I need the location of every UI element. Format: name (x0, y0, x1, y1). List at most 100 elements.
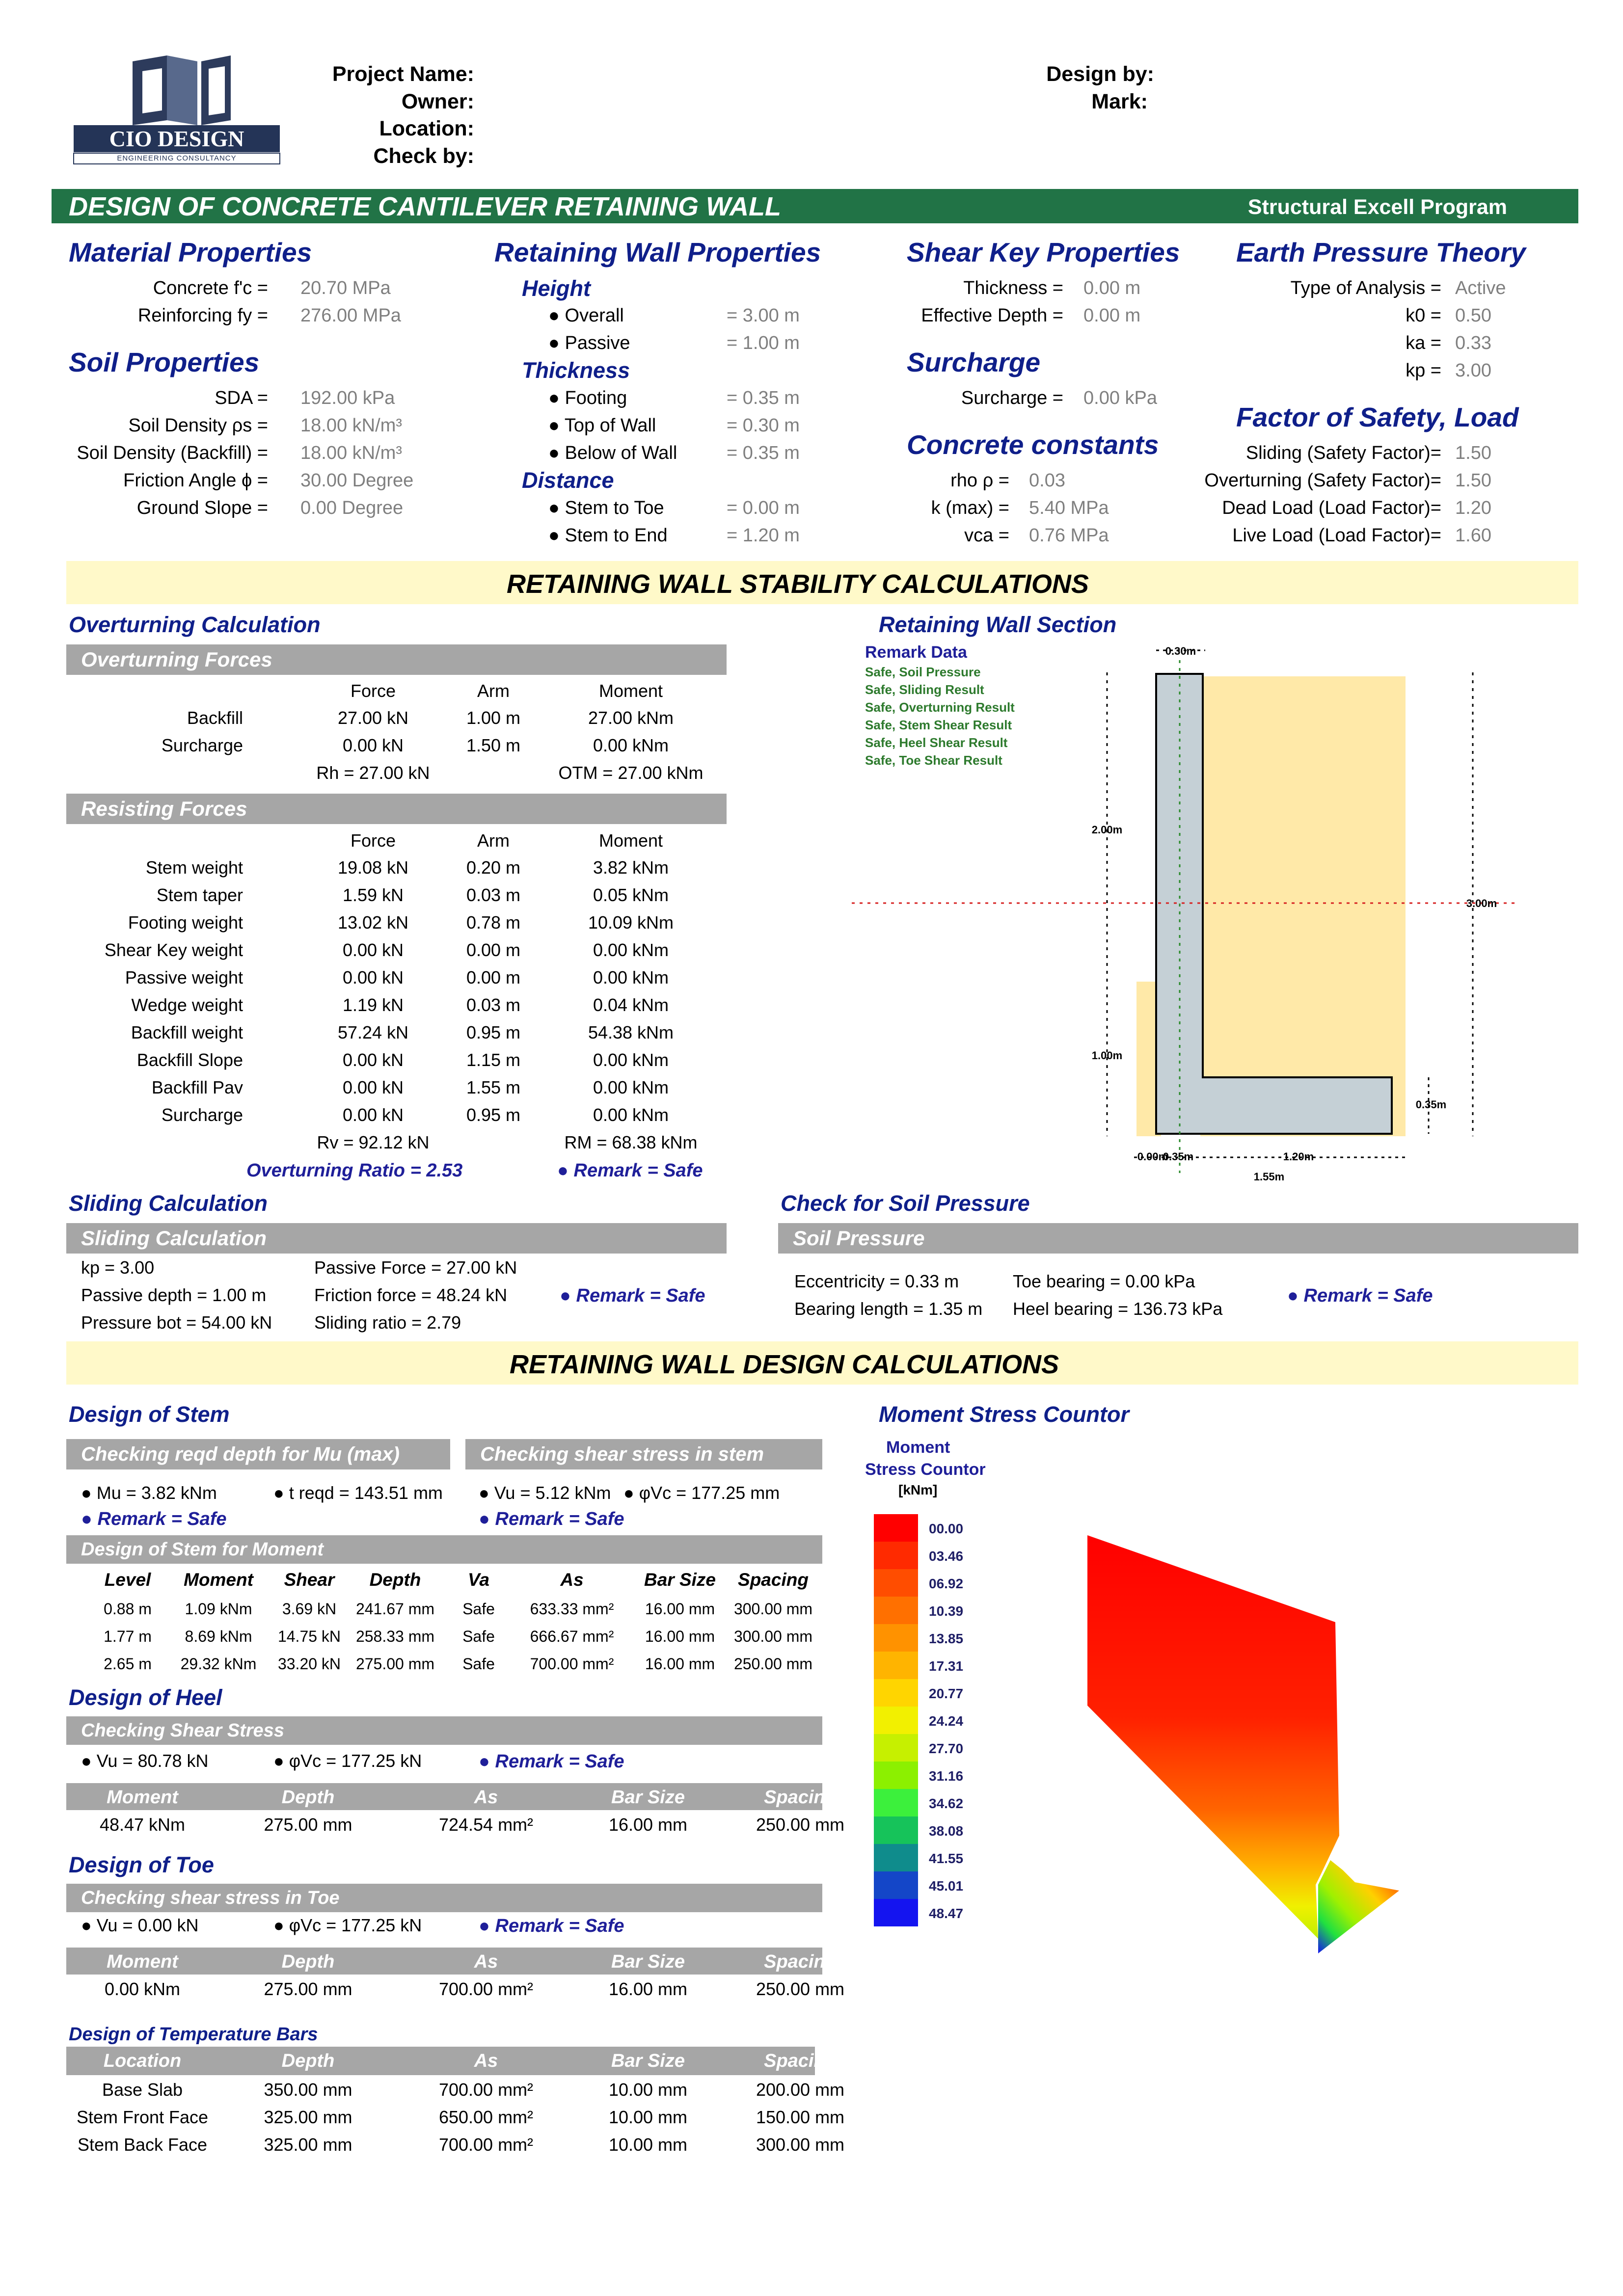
surcharge-force: 0.00 kN (342, 735, 404, 755)
stem-contour-face (1087, 1535, 1339, 1939)
soil-properties-title: Soil Properties (69, 347, 260, 377)
stem-table-cell: 241.67 mm (355, 1600, 435, 1618)
temp-table-body: Base Slab 350.00 mm 700.00 mm² 10.00 mm 200.… (66, 2075, 844, 2159)
height-overall-label: ● Overall (548, 305, 624, 326)
kmax-value: 5.40 MPa (1029, 498, 1109, 518)
stem-to-end-label: ● Stem to End (548, 525, 668, 546)
overturning-sf-value: 1.50 (1455, 470, 1491, 491)
toe-table-cell: 700.00 mm² (438, 1979, 534, 1999)
height-title: Height (522, 276, 591, 301)
contour-legend-unit: [kNm] (898, 1482, 938, 1497)
stem-table-cell: 8.69 kNm (185, 1628, 252, 1645)
contour-title: Moment Stress Countor (879, 1402, 1130, 1427)
sda-value: 192.00 kPa (300, 388, 395, 408)
legend-level: 48.47 (929, 1906, 964, 1921)
heel-table-cell: 724.54 mm² (438, 1815, 534, 1835)
toe-header-cell: Depth (281, 1951, 335, 1972)
resisting-label: Backfill weight (131, 1022, 243, 1042)
mark-label: Mark: (1091, 90, 1148, 113)
temp-table-cell: Stem Back Face (77, 2135, 208, 2155)
stem-table-cell: 275.00 mm (355, 1655, 435, 1673)
resisting-moment: 0.00 kNm (593, 1105, 669, 1125)
project-name-label: Project Name: (332, 62, 474, 86)
stem-table-cell: 300.00 mm (733, 1628, 813, 1645)
stem-table-cell: 1.77 m (104, 1628, 152, 1645)
company-logo: CIO DESIGN ENGINEERING CONSULTANCY (69, 47, 285, 169)
resisting-label: Backfill Slope (136, 1050, 243, 1070)
stem-table-cell: 2.65 m (104, 1655, 152, 1673)
stem-phivc: ● φVc = 177.25 mm (623, 1483, 780, 1503)
ground-slope-value: 0.00 Degree (300, 498, 404, 518)
heel-table-cell: 16.00 mm (608, 1815, 688, 1835)
legend-level: 34.62 (929, 1796, 964, 1811)
sliding-remark: ● Remark = Safe (560, 1285, 705, 1306)
stem-table-cell: Safe (462, 1628, 495, 1645)
analysis-type-value: Active (1455, 278, 1506, 298)
resisting-label: Backfill Pav (151, 1077, 243, 1097)
ground-slope-label: Ground Slope = (136, 498, 268, 518)
stem-table-cell: 1.09 kNm (185, 1600, 252, 1618)
ka-label: ka = (1406, 333, 1441, 353)
resisting-forces-bar: Resisting Forces (66, 794, 727, 824)
stem-table-header-cell: Level (104, 1570, 151, 1590)
soil-density-label: Soil Density ρs = (128, 415, 268, 436)
sliding-passive-force: Passive Force = 27.00 kN (314, 1257, 517, 1278)
soil-pressure-bar: Soil Pressure (778, 1223, 1578, 1254)
resisting-force: 13.02 kN (337, 912, 409, 933)
stem-table-header-cell: As (560, 1570, 584, 1590)
temp-table-cell: 150.00 mm (756, 2107, 845, 2127)
toe-table-row: 0.00 kNm 275.00 mm 700.00 mm² 16.00 mm 250.0… (66, 1975, 844, 2003)
shear-key-thickness-label: Thickness = (963, 278, 1063, 298)
toe-remark: ● Remark = Safe (479, 1916, 624, 1936)
stem-title: Design of Stem (69, 1402, 230, 1427)
kp-value: 3.00 (1455, 360, 1491, 381)
backfill-arm: 1.00 m (466, 708, 521, 728)
heel-table-header: Moment Depth As Bar Size Spacing (66, 1783, 837, 1810)
stem-table-cell: 29.32 kNm (180, 1655, 257, 1673)
resisting-moment: 54.38 kNm (588, 1022, 674, 1042)
resisting-arm: 1.55 m (466, 1077, 521, 1097)
stem-table-cell: Safe (462, 1655, 495, 1673)
legend-level: 00.00 (929, 1521, 964, 1536)
material-properties-title: Material Properties (69, 237, 312, 267)
overturning-title: Overturning Calculation (69, 612, 321, 637)
overturning-remark: ● Remark = Safe (557, 1160, 703, 1181)
res-col-moment-header: Moment (598, 830, 663, 851)
resisting-label: Wedge weight (131, 995, 243, 1015)
temp-table-cell: 10.00 mm (608, 2107, 688, 2127)
legend-level: 41.55 (929, 1851, 964, 1866)
sliding-ratio: Sliding ratio = 2.79 (314, 1312, 461, 1333)
temp-table-cell: 650.00 mm² (438, 2107, 534, 2127)
shear-key-title: Shear Key Properties (907, 237, 1180, 267)
resisting-moment: 0.05 kNm (593, 885, 669, 905)
surcharge-label: Surcharge = (961, 388, 1063, 408)
backfill-label: Backfill (187, 708, 243, 728)
resisting-arm: 0.00 m (466, 940, 521, 960)
temp-table-cell: Stem Front Face (76, 2107, 209, 2127)
k0-value: 0.50 (1455, 305, 1491, 326)
rh-total: Rh = 27.00 kN (316, 763, 430, 783)
stem-table-cell: 300.00 mm (733, 1600, 813, 1618)
legend-swatch (874, 1816, 918, 1844)
heel-header-cell: Depth (281, 1787, 335, 1808)
legend-level: 03.46 (929, 1548, 964, 1564)
bearing-length: Bearing length = 1.35 m (794, 1299, 983, 1319)
resisting-arm: 0.00 m (466, 967, 521, 988)
live-load-label: Live Load (Load Factor)= (1232, 525, 1441, 546)
legend-level: 31.16 (929, 1768, 964, 1784)
toe-bearing: Toe bearing = 0.00 kPa (1013, 1271, 1195, 1291)
heel-header-cell: Moment (107, 1787, 178, 1808)
toe-header-cell: Spacing (764, 1951, 837, 1972)
toe-header-cell: Bar Size (611, 1951, 685, 1972)
moment-contour-plot (1087, 1535, 1399, 1953)
vca-value: 0.76 MPa (1029, 525, 1109, 546)
legend-level: 38.08 (929, 1823, 964, 1839)
legend-swatch (874, 1844, 918, 1871)
stem-mu: ● Mu = 3.82 kNm (81, 1483, 217, 1503)
heel-header-cell: Spacing (764, 1787, 837, 1808)
sliding-pressure-bot: Pressure bot = 54.00 kN (81, 1312, 272, 1333)
resisting-forces-table: Force Arm Moment Stem weight 19.08 kN 0.20… (66, 827, 727, 1180)
overturning-forces-bar: Overturning Forces (66, 644, 727, 675)
temp-table-cell: 10.00 mm (608, 2080, 688, 2100)
dim-footing-label: 0.35m (1416, 1098, 1446, 1111)
